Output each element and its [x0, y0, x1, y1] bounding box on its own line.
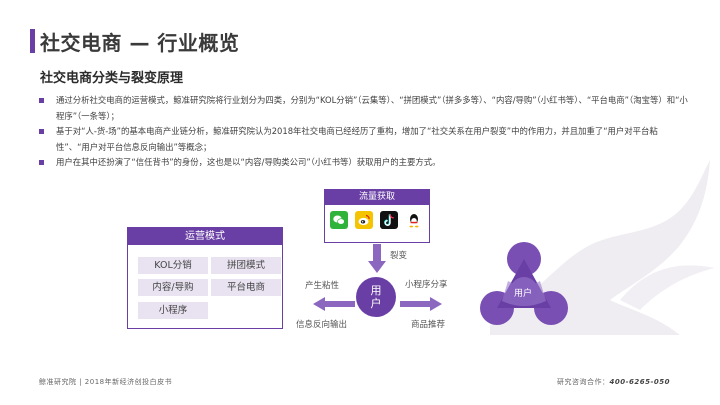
left-arrow-icon [313, 297, 355, 311]
ops-chip-miniprogram: 小程序 [138, 302, 208, 319]
down-arrow-icon [368, 244, 386, 273]
bullet-square-icon [39, 98, 44, 103]
slide: 社交电商 — 行业概览 社交电商分类与裂变原理 通过分析社交电商的运营模式，鲸准… [0, 0, 720, 405]
bullet-text: 通过分析社交电商的运营模式，鲸准研究院将行业划分为四类，分别为“KOL分销”（云… [56, 95, 688, 121]
footer-contact: 研究咨询合作：400-6265-050 [557, 377, 670, 387]
douyin-icon [380, 211, 398, 229]
stickiness-label: 产生粘性 [305, 281, 340, 291]
bullet-item: 通过分析社交电商的运营模式，鲸准研究院将行业划分为四类，分别为“KOL分销”（云… [38, 93, 690, 124]
page-title: 社交电商 — 行业概览 [40, 31, 240, 55]
title-accent-bar [30, 29, 35, 53]
footer-source: 鲸准研究院 | 2018年新经济创投白皮书 [39, 378, 173, 386]
mini-share-label: 小程序分享 [405, 280, 448, 290]
bullet-item: 用户在其中还扮演了“信任背书”的身份，这也是以“内容/导购类公司”（小红书等）获… [38, 155, 690, 171]
product-rec-label: 商品推荐 [411, 320, 446, 330]
bullet-square-icon [39, 129, 44, 134]
contact-label: 研究咨询合作： [557, 378, 610, 386]
bullet-text: 用户在其中还扮演了“信任背书”的身份，这也是以“内容/导购类公司”（小红书等）获… [56, 157, 441, 167]
traffic-acquisition-box: 流量获取 [324, 189, 430, 243]
ops-chip-platform: 平台电商 [211, 279, 281, 296]
operating-model-box: 运营模式 KOL分销 拼团模式 内容/导购 平台电商 小程序 [127, 227, 283, 329]
split-label: 裂变 [390, 251, 408, 261]
ops-chip-kol: KOL分销 [138, 257, 208, 274]
traffic-box-title: 流量获取 [325, 190, 429, 205]
bullet-square-icon [39, 160, 44, 165]
cycle-user-label: 用户 [514, 289, 533, 299]
user-cycle-graphic [480, 242, 568, 325]
bullet-list: 通过分析社交电商的运营模式，鲸准研究院将行业划分为四类，分别为“KOL分销”（云… [38, 93, 690, 171]
wechat-icon [330, 211, 348, 229]
right-arrow-icon [400, 297, 442, 311]
qq-icon [405, 211, 423, 229]
weibo-icon [355, 211, 373, 229]
ops-box-title: 运营模式 [128, 228, 282, 245]
app-icon-row [325, 205, 429, 229]
ops-chip-content: 内容/导购 [138, 279, 208, 296]
bullet-item: 基于对“人-货-场”的基本电商产业链分析，鲸准研究院认为2018年社交电商已经经… [38, 124, 690, 155]
user-circle: 用户 [356, 277, 396, 317]
bullet-text: 基于对“人-货-场”的基本电商产业链分析，鲸准研究院认为2018年社交电商已经经… [56, 126, 658, 152]
section-subtitle: 社交电商分类与裂变原理 [40, 71, 184, 86]
ops-chip-group-buy: 拼团模式 [211, 257, 281, 274]
contact-phone: 400-6265-050 [609, 378, 671, 386]
reverse-output-label: 信息反向输出 [296, 320, 348, 330]
